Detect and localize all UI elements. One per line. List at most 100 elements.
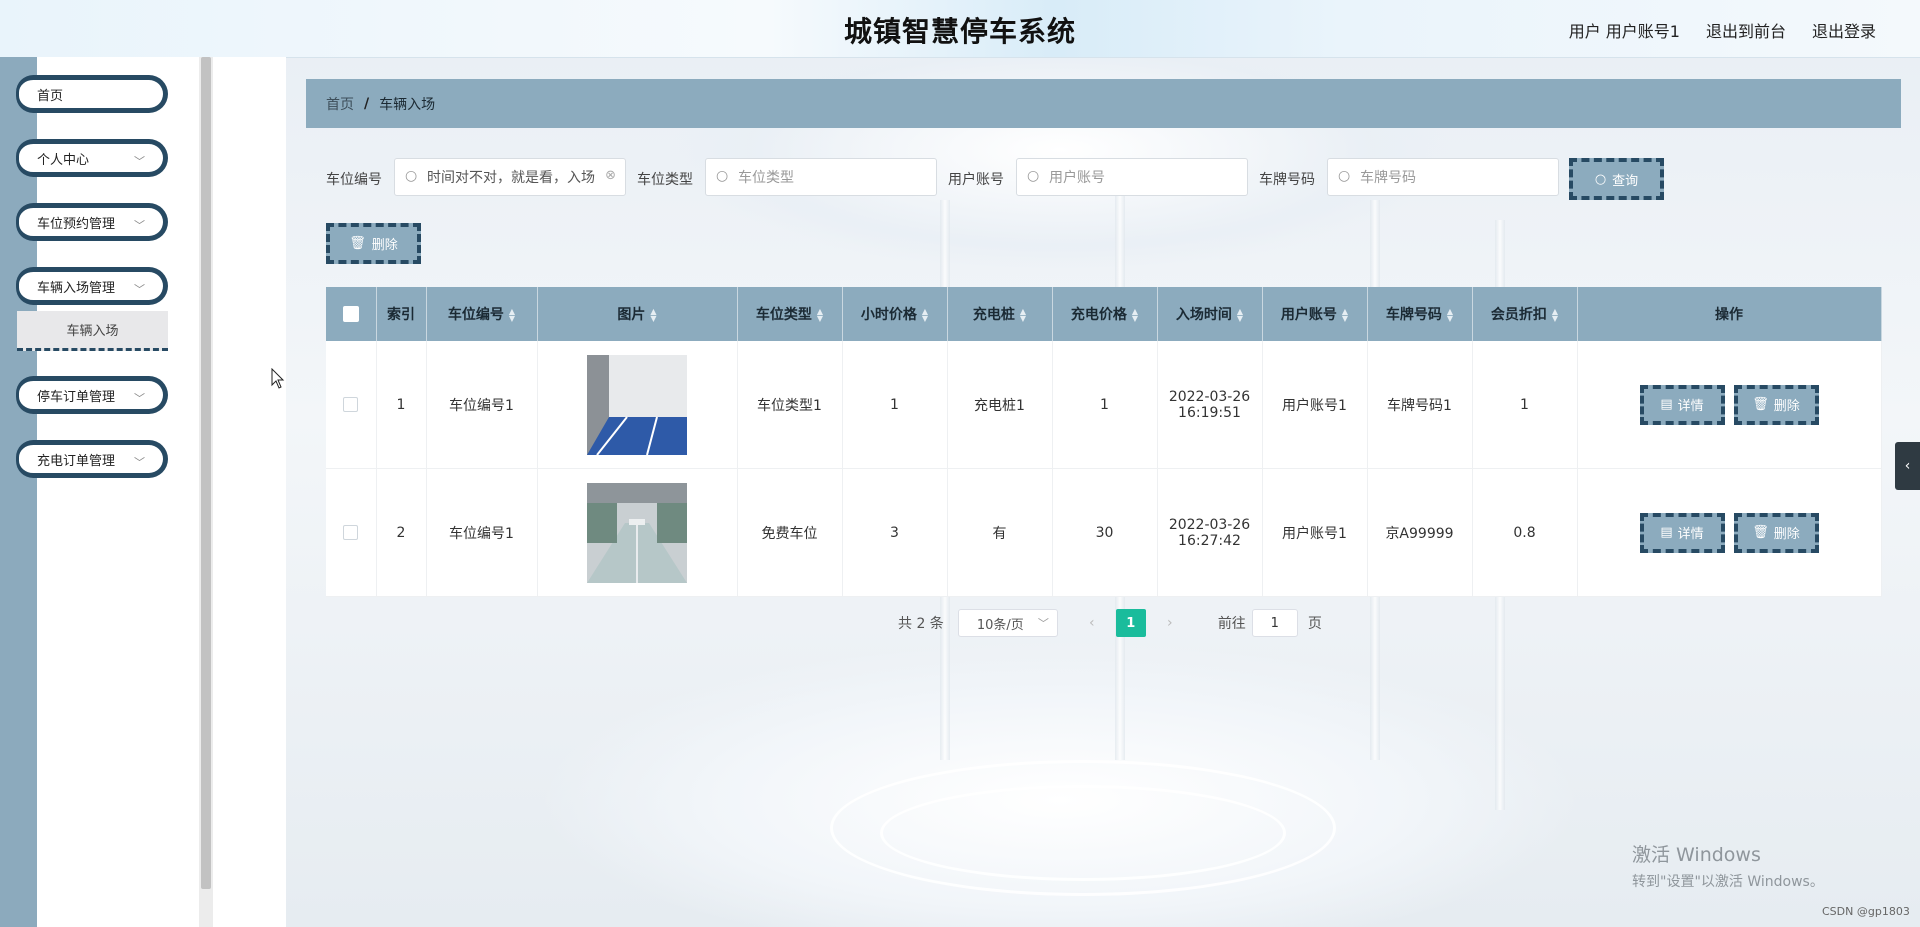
sidebar-item-home[interactable]: 首页 [16,75,168,113]
sidebar-scrollbar[interactable] [199,57,213,927]
chevron-down-icon: ﹀ [134,392,145,405]
column-header-label: 车牌号码 [1385,307,1442,323]
query-button[interactable]: ○ 查询 [1569,158,1664,200]
sidebar-item-label: 个人中心 [37,152,90,168]
sort-icon[interactable]: ▲ ▼ [1020,308,1026,323]
sort-icon[interactable]: ▲ ▼ [1552,308,1558,323]
column-header: 索引 [376,287,427,341]
top-header: 城镇智慧停车系统 用户 用户账号1 退出到前台 退出登录 [0,0,1920,58]
delete-button[interactable]: 🗑 删除 [1733,512,1819,553]
sidebar-item-charging-orders[interactable]: 充电订单管理 ﹀ [16,440,168,478]
sort-icon[interactable]: ▲ ▼ [922,308,928,323]
next-page-icon[interactable]: › [1156,615,1184,631]
user-info: 用户 用户账号1 [1568,22,1680,41]
column-header[interactable]: 入场时间 ▲ ▼ [1157,287,1263,341]
plate-label: 车牌号码 [1259,172,1315,188]
sort-icon[interactable]: ▲ ▼ [1132,308,1138,323]
chevron-down-icon: ﹀ [1037,617,1049,630]
parking-type-input[interactable]: ○ 车位类型 [705,158,937,196]
delete-button-label: 删除 [1773,399,1800,414]
page-size-select[interactable]: 10条/页 ﹀ [957,609,1058,637]
column-header[interactable]: 图片 ▲ ▼ [537,287,738,341]
select-all-checkbox[interactable] [342,306,359,322]
column-header-label: 充电桩 [972,307,1015,323]
column-header[interactable]: 用户账号 ▲ ▼ [1262,287,1368,341]
sort-icon[interactable]: ▲ ▼ [817,308,823,323]
windows-activation-watermark: 激活 Windows 转到"设置"以激活 Windows。 [1632,840,1824,891]
column-header-label: 入场时间 [1175,307,1232,323]
parking-no-label: 车位编号 [326,172,382,188]
goto-page-input[interactable]: 1 [1251,609,1298,637]
sidebar-item-label: 充电订单管理 [37,453,116,469]
user-account-input[interactable]: ○ 用户账号 [1016,158,1248,196]
cell-discount: 0.8 [1472,468,1578,597]
clear-icon[interactable]: ⊗ [605,168,616,183]
sort-icon[interactable]: ▲ ▼ [1447,308,1453,323]
column-header-label: 图片 [617,307,646,323]
detail-button[interactable]: ▤ 详情 [1639,384,1725,425]
cell-entry-time: 2022-03-26 16:19:51 [1157,341,1263,469]
breadcrumb: 首页 / 车辆入场 [306,79,1901,128]
plate-input[interactable]: ○ 车牌号码 [1327,158,1559,196]
search-icon: ○ [716,168,729,184]
column-header-label: 小时价格 [860,307,917,323]
sidebar [37,57,199,927]
parking-photo[interactable] [587,354,687,455]
column-header[interactable]: 充电桩 ▲ ▼ [947,287,1053,341]
row-checkbox[interactable] [343,397,359,412]
column-header-label: 车位编号 [447,307,504,323]
row-checkbox[interactable] [343,525,359,540]
sidebar-item-vehicle-entry[interactable]: 车辆入场管理 ﹀ [16,267,168,305]
cell-parking-type: 免费车位 [737,468,843,597]
csdn-credit: CSDN @gp1803 [1822,905,1910,918]
parking-photo[interactable] [587,482,687,583]
entry-clock: 16:27:42 [1178,532,1241,549]
batch-delete-button[interactable]: 🗑 删除 [326,223,421,264]
logout-link[interactable]: 退出登录 [1812,18,1876,42]
detail-button-label: 详情 [1677,399,1704,414]
sidebar-subitem-vehicle-entry[interactable]: 车辆入场 [17,311,168,351]
breadcrumb-home[interactable]: 首页 [326,94,354,114]
column-header[interactable]: 车牌号码 ▲ ▼ [1367,287,1473,341]
search-icon: ○ [405,168,418,184]
row-select-cell [326,468,377,597]
column-header[interactable]: 充电价格 ▲ ▼ [1052,287,1158,341]
sort-icon[interactable]: ▲ ▼ [1237,308,1243,323]
column-header[interactable]: 车位编号 ▲ ▼ [426,287,538,341]
watermark-line2: 转到"设置"以激活 Windows。 [1632,874,1824,890]
scrollbar-thumb[interactable] [201,57,211,889]
column-header-label: 用户账号 [1280,307,1337,323]
sidebar-item-parking-orders[interactable]: 停车订单管理 ﹀ [16,376,168,414]
exit-to-front-link[interactable]: 退出到前台 [1706,18,1786,42]
sort-icon[interactable]: ▲ ▼ [509,308,515,323]
cell-hour-price: 1 [842,341,948,469]
chevron-down-icon: ﹀ [134,456,145,469]
pagination: 共 2 条 10条/页 ﹀ ‹ 1 › 前往 1 页 [898,609,1322,637]
page-number-current[interactable]: 1 [1115,609,1146,637]
content-gutter [213,57,286,927]
cell-hour-price: 3 [842,468,948,597]
detail-button[interactable]: ▤ 详情 [1639,512,1725,553]
column-header[interactable]: 车位类型 ▲ ▼ [737,287,843,341]
bg-ring [880,785,1286,881]
delete-button[interactable]: 🗑 删除 [1733,384,1819,425]
cell-actions: ▤ 详情 🗑 删除 [1577,468,1882,597]
sort-icon[interactable]: ▲ ▼ [1342,308,1348,323]
prev-page-icon[interactable]: ‹ [1078,615,1106,631]
column-header[interactable]: 小时价格 ▲ ▼ [842,287,948,341]
sidebar-item-personal-center[interactable]: 个人中心 ﹀ [16,139,168,177]
sidebar-item-reservation[interactable]: 车位预约管理 ﹀ [16,203,168,241]
cell-parking-no: 车位编号1 [426,468,538,597]
cell-index: 1 [376,341,427,469]
cell-charger: 有 [947,468,1053,597]
column-header: 操作 [1577,287,1882,341]
parking-no-input[interactable]: ○ 时间对不对，就是看，入场 ⊗ [394,158,626,196]
column-header-label: 充电价格 [1070,307,1127,323]
entry-clock: 16:19:51 [1178,404,1241,421]
search-icon: ○ [1594,171,1607,187]
column-header[interactable]: 会员折扣 ▲ ▼ [1472,287,1578,341]
chevron-left-icon[interactable]: ‹ [1895,442,1920,490]
trash-icon: 🗑 [349,236,366,251]
sort-icon[interactable]: ▲ ▼ [650,308,656,323]
page-size-value: 10条/页 [976,617,1024,633]
